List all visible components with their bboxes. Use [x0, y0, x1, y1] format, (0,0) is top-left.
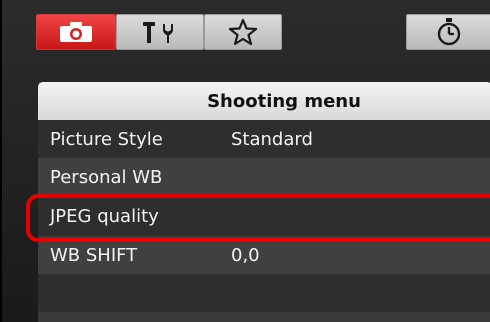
menu-item-picture-style[interactable]: Picture Style Standard [38, 120, 490, 158]
menu-item-jpeg-quality[interactable]: JPEG quality [38, 196, 490, 236]
menu-title: Shooting menu [38, 82, 490, 120]
menu-item-empty[interactable] [38, 274, 490, 312]
camera-icon [59, 21, 93, 43]
menu-item-value: Standard [231, 128, 313, 150]
menu-item-personal-wb[interactable]: Personal WB [38, 158, 490, 196]
tab-tools[interactable] [116, 14, 204, 50]
menu-item-wb-shift[interactable]: WB SHIFT 0,0 [38, 236, 490, 274]
menu-item-label: Picture Style [50, 128, 163, 150]
menu-item-label: WB SHIFT [50, 244, 138, 266]
tab-my-menu[interactable] [204, 14, 282, 50]
tab-timer[interactable] [406, 14, 490, 50]
menu-item-label: Personal WB [50, 166, 163, 188]
camera-settings-panel: Shooting menu Picture Style Standard Per… [0, 0, 490, 322]
menu-item-value: 0,0 [231, 244, 260, 266]
tab-shooting[interactable] [36, 14, 116, 50]
star-outline-icon [228, 18, 258, 46]
shooting-menu: Shooting menu Picture Style Standard Per… [38, 82, 490, 322]
timer-icon [434, 17, 464, 47]
menu-item-label: JPEG quality [50, 205, 159, 227]
wrench-tools-icon [141, 20, 179, 44]
